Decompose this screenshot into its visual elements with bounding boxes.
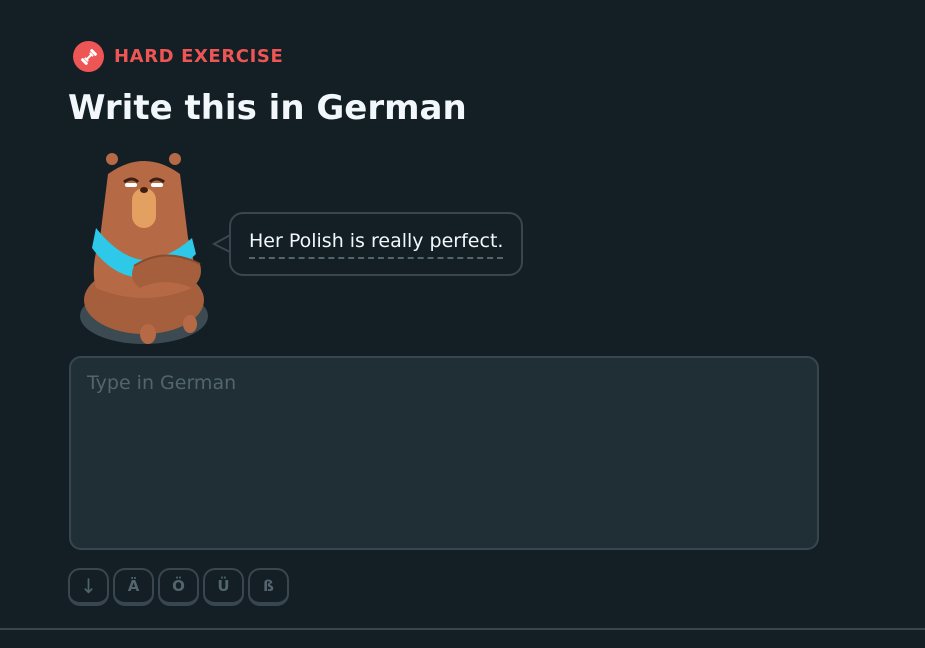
bear-character — [74, 148, 214, 358]
arrow-down-icon[interactable]: ↓ — [68, 568, 109, 606]
special-characters-bar: ↓ Ä Ö Ü ß — [68, 568, 289, 606]
exercise-badge-label: HARD EXERCISE — [114, 46, 284, 67]
exercise-page: HARD EXERCISE Write this in German Her P… — [0, 0, 925, 648]
key-o-umlaut[interactable]: Ö — [158, 568, 199, 606]
key-eszett[interactable]: ß — [248, 568, 289, 606]
key-a-umlaut[interactable]: Ä — [113, 568, 154, 606]
prompt-sentence[interactable]: Her Polish is really perfect. — [249, 229, 504, 259]
speech-bubble: Her Polish is really perfect. — [229, 212, 524, 276]
footer-divider — [0, 628, 925, 630]
page-title: Write this in German — [68, 88, 467, 128]
answer-input[interactable] — [69, 356, 819, 550]
exercise-badge: HARD EXERCISE — [73, 41, 283, 72]
dumbbell-icon — [73, 41, 104, 72]
key-u-umlaut[interactable]: Ü — [203, 568, 244, 606]
